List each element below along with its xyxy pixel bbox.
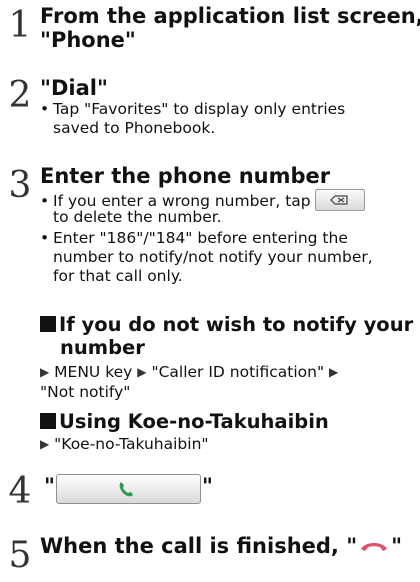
step-5-title: When the call is finished, " " <box>40 534 403 558</box>
step-3-bullet-2-cont-1: number to notify/not notify your number, <box>53 248 373 266</box>
step-3-bullet-2-cont-2: for that call only. <box>53 267 183 285</box>
black-square-marker <box>40 316 56 332</box>
koe-steps: ▶ "Koe-no-Takuhaibin" <box>40 435 209 453</box>
step-2-bullet: • Tap "Favorites" to display only entries <box>40 100 346 118</box>
step-number-4: 4 <box>8 471 32 512</box>
step-2-title: "Dial" <box>40 76 108 100</box>
quote-close: " <box>202 474 213 498</box>
quote-open: " <box>44 474 55 498</box>
arrow-icon: ▶ <box>329 365 339 379</box>
phone-handset-icon <box>119 482 133 497</box>
notify-steps: ▶ MENU key ▶ "Caller ID notification" ▶ <box>40 363 339 381</box>
step-number-3: 3 <box>8 165 32 206</box>
bullet-dot: • <box>40 229 50 247</box>
step-number-1: 1 <box>8 5 32 46</box>
step-1-title-line-2: "Phone" <box>40 28 136 52</box>
step-3-bullet-1-cont: to delete the number. <box>53 208 222 226</box>
step-2-bullet-cont: saved to Phonebook. <box>53 119 216 137</box>
koe-heading: Using Koe-no-Takuhaibin <box>40 410 329 433</box>
step-3-title: Enter the phone number <box>40 164 331 188</box>
step-3-bullet-2: • Enter "186"/"184" before entering the <box>40 229 348 247</box>
backspace-icon <box>329 195 348 205</box>
arrow-icon: ▶ <box>40 365 50 379</box>
step-number-2: 2 <box>8 75 32 116</box>
arrow-icon: ▶ <box>40 437 50 451</box>
end-call-icon <box>361 543 388 551</box>
black-square-marker <box>40 413 56 429</box>
notify-steps-cont: "Not notify" <box>40 383 131 401</box>
notify-heading: If you do not wish to notify your <box>40 313 413 336</box>
delete-key-button[interactable] <box>314 189 365 211</box>
call-button[interactable] <box>56 474 201 504</box>
notify-heading-cont: number <box>60 336 145 359</box>
arrow-icon: ▶ <box>137 365 147 379</box>
step-number-5: 5 <box>8 535 32 576</box>
bullet-dot: • <box>40 100 50 118</box>
step-1-title-line-1: From the application list screen, <box>40 4 420 28</box>
